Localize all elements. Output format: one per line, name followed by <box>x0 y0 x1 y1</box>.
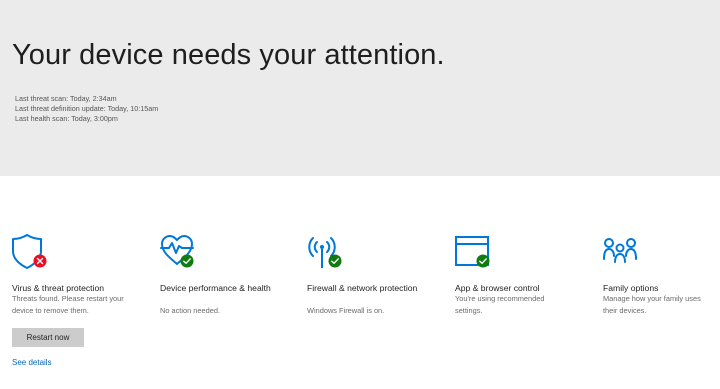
tile-description: Windows Firewall is on. <box>307 306 385 315</box>
tile-description: You're using recommended settings. <box>455 294 545 315</box>
check-badge-icon <box>476 254 490 268</box>
error-badge-icon <box>33 254 47 268</box>
protection-areas: Virus & threat protection Threats found.… <box>0 232 720 389</box>
tile-title: Device performance & health <box>160 283 271 293</box>
tile-description: No action needed. <box>160 306 220 315</box>
last-threat-scan: Last threat scan: Today, 2:34am <box>15 94 117 103</box>
scan-info: Last threat scan: Today, 2:34am Last thr… <box>15 94 158 124</box>
tile-description: Threats found. Please restart your devic… <box>12 294 124 315</box>
page-title: Your device needs your attention. <box>12 39 445 71</box>
restart-now-button[interactable]: Restart now <box>12 328 84 347</box>
tile-title: Firewall & network protection <box>307 283 418 293</box>
last-definition-update: Last threat definition update: Today, 10… <box>15 104 159 113</box>
see-details-link[interactable]: See details <box>12 358 52 367</box>
status-banner: Your device needs your attention. Last t… <box>0 0 720 176</box>
family-icon <box>603 232 641 270</box>
tile-description: Manage how your family uses their device… <box>603 294 701 315</box>
last-health-scan: Last health scan: Today, 3:00pm <box>15 114 118 123</box>
check-badge-icon <box>328 254 342 268</box>
check-badge-icon <box>180 254 194 268</box>
